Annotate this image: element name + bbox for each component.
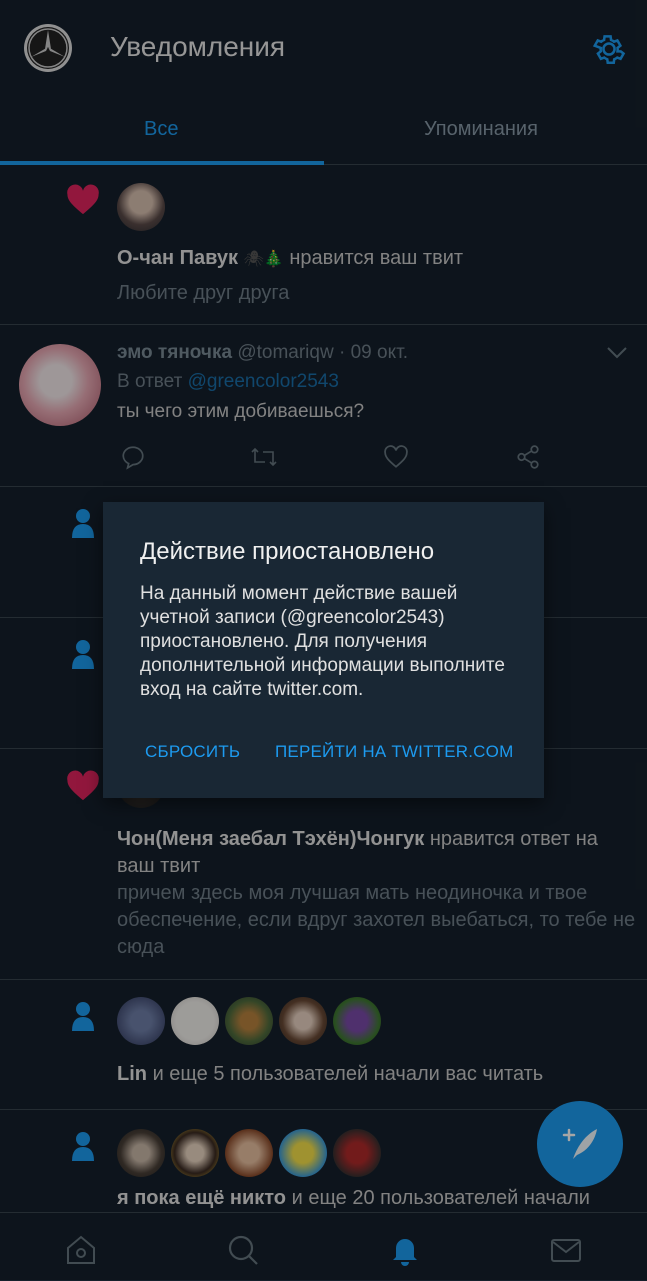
go-to-twitter-button[interactable]: ПЕРЕЙТИ НА TWITTER.COM	[275, 742, 513, 762]
dialog-message: На данный момент действие вашей учетной …	[140, 583, 505, 700]
reset-button[interactable]: СБРОСИТЬ	[145, 742, 240, 762]
account-suspended-dialog: Действие приостановлено На данный момент…	[103, 502, 544, 798]
dialog-title: Действие приостановлено	[140, 538, 435, 565]
